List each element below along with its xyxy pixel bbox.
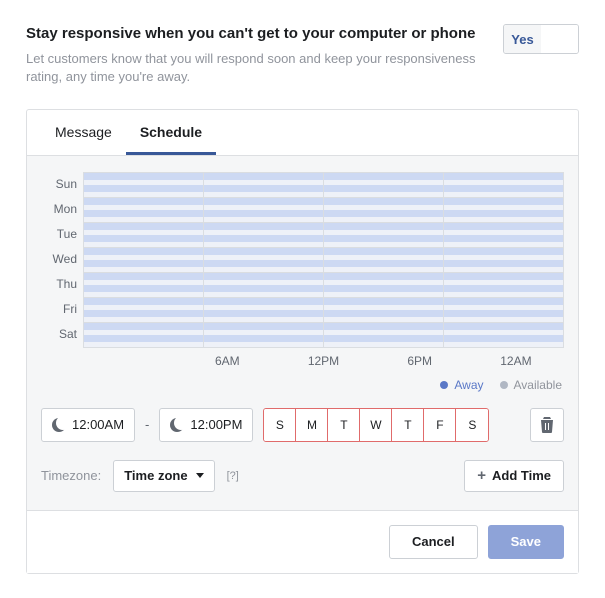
grid-row	[84, 198, 563, 223]
toggle-yes[interactable]: Yes	[504, 25, 541, 53]
chart-x-axis: 6AM 12PM 6PM 12AM	[83, 354, 564, 368]
page-subtitle: Let customers know that you will respond…	[26, 50, 483, 86]
day-label: Sun	[41, 172, 77, 197]
delete-range-button[interactable]	[530, 408, 564, 442]
header-text: Stay responsive when you can't get to yo…	[26, 24, 483, 87]
chart-legend: Away Available	[41, 378, 562, 392]
schedule-card: Message Schedule Sun Mon Tue Wed Thu Fri…	[26, 109, 579, 574]
add-time-button[interactable]: + Add Time	[464, 460, 564, 492]
save-button[interactable]: Save	[488, 525, 564, 559]
day-label: Thu	[41, 272, 77, 297]
tab-message[interactable]: Message	[41, 110, 126, 155]
x-tick: 12PM	[275, 354, 371, 368]
x-tick: 6PM	[372, 354, 468, 368]
day-label: Mon	[41, 197, 77, 222]
page-title: Stay responsive when you can't get to yo…	[26, 24, 483, 44]
day-label: Wed	[41, 247, 77, 272]
chart-grid[interactable]	[83, 172, 564, 348]
end-time-value: 12:00PM	[190, 417, 242, 432]
dot-icon	[440, 381, 448, 389]
tab-schedule[interactable]: Schedule	[126, 110, 216, 155]
schedule-chart: Sun Mon Tue Wed Thu Fri Sat	[41, 172, 564, 348]
grid-row	[84, 298, 563, 323]
day-toggle-fri[interactable]: F	[424, 409, 456, 441]
day-selector: S M T W T F S	[263, 408, 489, 442]
day-label: Sat	[41, 322, 77, 347]
day-toggle-thu[interactable]: T	[392, 409, 424, 441]
day-label: Tue	[41, 222, 77, 247]
time-range-row: 12:00AM - 12:00PM S M T W T F S	[41, 408, 564, 442]
x-tick: 6AM	[179, 354, 275, 368]
grid-row	[84, 323, 563, 348]
panel-header: Stay responsive when you can't get to yo…	[26, 24, 579, 87]
legend-available-label: Available	[514, 378, 562, 392]
chart-y-labels: Sun Mon Tue Wed Thu Fri Sat	[41, 172, 77, 348]
card-body: Sun Mon Tue Wed Thu Fri Sat	[27, 156, 578, 510]
timezone-help[interactable]: [?]	[227, 470, 239, 482]
grid-row	[84, 173, 563, 198]
day-toggle-sun[interactable]: S	[264, 409, 296, 441]
dot-icon	[500, 381, 508, 389]
day-label: Fri	[41, 297, 77, 322]
legend-away: Away	[440, 378, 483, 392]
start-time-value: 12:00AM	[72, 417, 124, 432]
grid-row	[84, 273, 563, 298]
range-separator: -	[145, 417, 149, 432]
cancel-button[interactable]: Cancel	[389, 525, 478, 559]
chevron-down-icon	[196, 473, 204, 478]
enable-toggle[interactable]: Yes	[503, 24, 579, 54]
trash-icon	[540, 417, 554, 433]
add-time-label: Add Time	[492, 468, 551, 483]
day-toggle-sat[interactable]: S	[456, 409, 488, 441]
tabs: Message Schedule	[27, 110, 578, 156]
timezone-row: Timezone: Time zone [?] + Add Time	[41, 460, 564, 492]
day-toggle-wed[interactable]: W	[360, 409, 392, 441]
day-toggle-tue[interactable]: T	[328, 409, 360, 441]
x-tick: 12AM	[468, 354, 564, 368]
plus-icon: +	[477, 468, 486, 483]
timezone-value: Time zone	[124, 468, 187, 483]
toggle-no[interactable]	[541, 25, 578, 53]
grid-row	[84, 223, 563, 248]
grid-row	[84, 248, 563, 273]
moon-icon	[170, 418, 184, 432]
legend-available: Available	[500, 378, 562, 392]
timezone-label: Timezone:	[41, 468, 101, 483]
moon-icon	[52, 418, 66, 432]
timezone-select[interactable]: Time zone	[113, 460, 214, 492]
day-toggle-mon[interactable]: M	[296, 409, 328, 441]
end-time-picker[interactable]: 12:00PM	[159, 408, 253, 442]
away-schedule-panel: Stay responsive when you can't get to yo…	[0, 0, 605, 598]
legend-away-label: Away	[454, 378, 483, 392]
card-footer: Cancel Save	[27, 510, 578, 573]
start-time-picker[interactable]: 12:00AM	[41, 408, 135, 442]
